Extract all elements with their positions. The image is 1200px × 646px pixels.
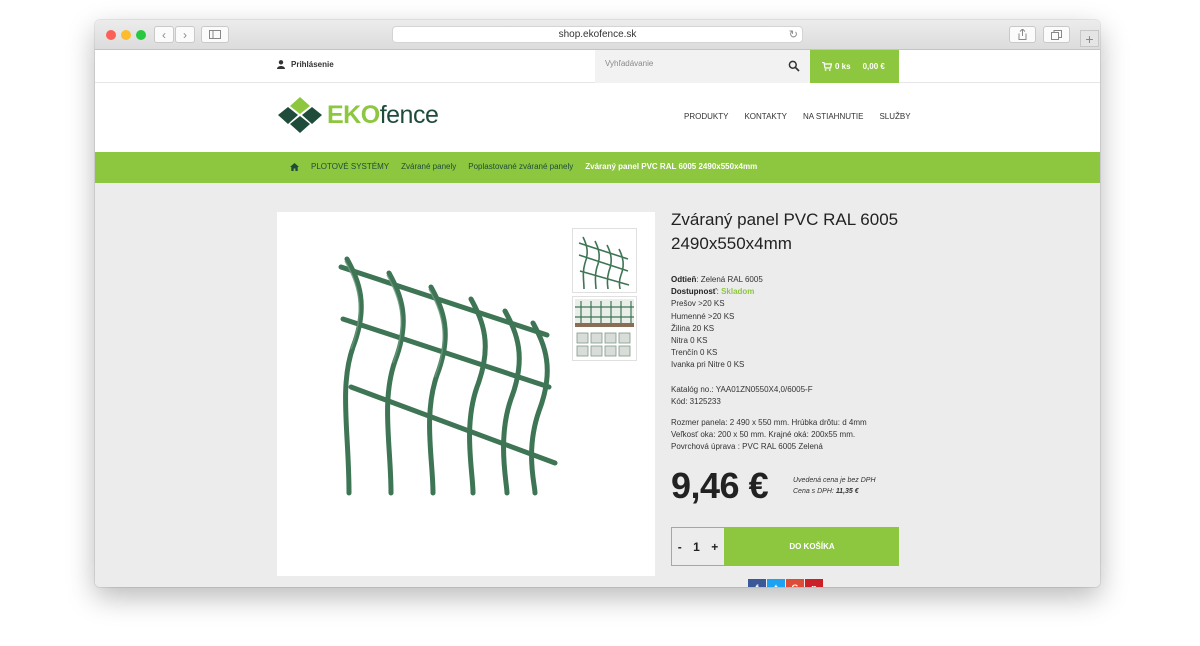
product-details: Odtieň: Zelená RAL 6005 Dostupnosť: Skla… (671, 274, 867, 454)
stock-row: Trenčín 0 KS (671, 348, 718, 358)
add-to-cart-button[interactable]: DO KOŠÍKA (725, 527, 899, 566)
url-text: shop.ekofence.sk (558, 29, 637, 40)
shade-label: Odtieň (671, 275, 697, 284)
shade-value: Zelená RAL 6005 (700, 275, 763, 284)
home-icon[interactable] (290, 162, 299, 171)
share-icon[interactable] (1009, 26, 1036, 43)
search-input[interactable] (605, 59, 775, 68)
breadcrumb-item-plotove-systemy[interactable]: PLOTOVÉ SYSTÉMY (311, 162, 389, 171)
nav-item-produkty[interactable]: PRODUKTY (684, 112, 728, 121)
logo[interactable]: EKOfence (277, 97, 439, 133)
product-gallery (277, 212, 655, 576)
vat-price-value: 11,35 € (835, 488, 859, 495)
stock-row: Ivanka pri Nitre 0 KS (671, 360, 745, 370)
product-title: Zváraný panel PVC RAL 6005 2490x550x4mm (671, 210, 899, 253)
product-price: 9,46 € (671, 465, 769, 506)
logo-eko: EKO (327, 100, 380, 129)
stock-row: Žilina 20 KS (671, 323, 715, 333)
forward-icon[interactable]: › (175, 26, 195, 43)
nav-item-na-stiahnutie[interactable]: NA STIAHNUTIE (803, 112, 863, 121)
breadcrumb-current: Zváraný panel PVC RAL 6005 2490x550x4mm (585, 162, 758, 171)
top-bar: Prihlásenie 0 ks 0,00 € (95, 50, 1100, 83)
breadcrumb-item-poplastovane[interactable]: Poplastované zvárané panely (468, 162, 573, 171)
nav-item-sluzby[interactable]: SLUŽBY (879, 112, 910, 121)
new-tab-button[interactable]: + (1080, 30, 1099, 47)
vat-price-label: Cena s DPH: (793, 488, 834, 495)
twitter-icon[interactable]: t (767, 579, 785, 587)
qty-decrease-button[interactable]: - (678, 540, 682, 554)
cart-button[interactable]: 0 ks 0,00 € (810, 50, 899, 83)
site-header: EKOfence PRODUKTY KONTAKTY NA STIAHNUTIE… (95, 83, 1100, 152)
stock-row: Prešov >20 KS (671, 299, 725, 309)
tabs-overview-icon[interactable] (1043, 26, 1070, 43)
stock-row: Humenné >20 KS (671, 311, 735, 321)
share-buttons: f t G p (748, 579, 823, 587)
spec-row: Veľkosť oka: 200 x 50 mm. Krajné oká: 20… (671, 430, 856, 440)
google-plus-icon[interactable]: G (786, 579, 804, 587)
close-window-button[interactable] (106, 30, 116, 40)
qty-value[interactable]: 1 (693, 540, 700, 554)
minimize-window-button[interactable] (121, 30, 131, 40)
main-nav: PRODUKTY KONTAKTY NA STIAHNUTIE SLUŽBY (684, 112, 911, 121)
logo-text: EKOfence (327, 100, 439, 130)
logo-diamond-icon (278, 97, 322, 133)
user-icon (277, 60, 285, 69)
browser-window: ‹ › shop.ekofence.sk ↻ Prihlásenie 0 ks … (95, 20, 1100, 587)
product-section: Zváraný panel PVC RAL 6005 2490x550x4mm … (95, 183, 1100, 587)
stock-row: Nitra 0 KS (671, 336, 708, 346)
shade-row: Odtieň: Zelená RAL 6005 (671, 275, 763, 284)
spec-row: Povrchová úprava : PVC RAL 6005 Zelená (671, 442, 823, 452)
vat-price-row: Cena s DPH: 11,35 € (793, 486, 876, 497)
sidebar-toggle-icon[interactable] (201, 26, 229, 43)
availability-value: Skladom (721, 287, 755, 297)
quantity-stepper: - 1 + (671, 527, 725, 566)
reload-icon[interactable]: ↻ (789, 28, 798, 41)
cart-icon (822, 62, 832, 71)
breadcrumb: PLOTOVÉ SYSTÉMY Zvárané panely Poplastov… (95, 152, 1100, 183)
nav-item-kontakty[interactable]: KONTAKTY (744, 112, 787, 121)
login-link[interactable]: Prihlásenie (277, 60, 334, 69)
product-code: Kód: 3125233 (671, 396, 721, 406)
back-icon[interactable]: ‹ (154, 26, 174, 43)
gallery-thumbnail[interactable] (572, 296, 637, 361)
search-icon[interactable] (788, 60, 800, 72)
login-label: Prihlásenie (291, 60, 334, 69)
logo-fence: fence (379, 100, 439, 129)
catalog-number: Katalóg no.: YAA01ZN0550X4,0/6005-F (671, 384, 813, 394)
breadcrumb-item-zvarane-panely[interactable]: Zvárané panely (401, 162, 456, 171)
qty-increase-button[interactable]: + (711, 540, 718, 554)
cart-total: 0,00 € (862, 62, 885, 71)
pinterest-icon[interactable]: p (805, 579, 823, 587)
gallery-thumbnail[interactable] (572, 228, 637, 293)
availability-label: Dostupnosť (671, 287, 717, 297)
availability-row: Dostupnosť: Skladom (671, 287, 755, 297)
vat-note: Uvedená cena je bez DPH Cena s DPH: 11,3… (793, 475, 876, 497)
zoom-window-button[interactable] (136, 30, 146, 40)
address-bar[interactable]: shop.ekofence.sk ↻ (392, 26, 803, 43)
product-image[interactable] (327, 237, 577, 497)
vat-note-text: Uvedená cena je bez DPH (793, 477, 876, 484)
search-box (595, 50, 810, 83)
facebook-icon[interactable]: f (748, 579, 766, 587)
cart-count: 0 ks (835, 62, 851, 71)
browser-toolbar: ‹ › shop.ekofence.sk ↻ (95, 20, 1100, 50)
spec-row: Rozmer panela: 2 490 x 550 mm. Hrúbka dr… (671, 418, 867, 428)
